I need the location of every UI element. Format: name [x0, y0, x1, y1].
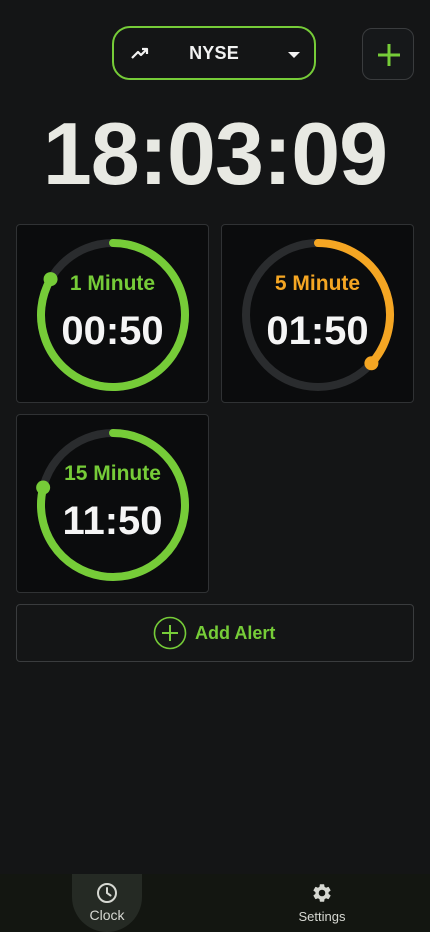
timer-card-1-minute[interactable]: 1 Minute 00:50: [16, 224, 209, 403]
nav-settings-label: Settings: [298, 909, 346, 924]
add-button[interactable]: [362, 28, 414, 80]
timer-name: 15 Minute: [64, 462, 161, 485]
chevron-down-icon: [288, 52, 300, 58]
timer-name: 1 Minute: [69, 272, 156, 295]
nav-settings[interactable]: Settings: [286, 874, 358, 932]
timer-card-15-minute[interactable]: 15 Minute 11:50: [16, 414, 209, 593]
add-alert-button[interactable]: Add Alert: [16, 604, 414, 662]
gear-icon: [313, 884, 331, 902]
timer-remaining: 01:50: [266, 309, 369, 353]
timer-name: 5 Minute: [274, 272, 361, 295]
top-bar: NYSE: [0, 26, 430, 82]
timer-card-5-minute[interactable]: 5 Minute 01:50: [221, 224, 414, 403]
timer-remaining: 11:50: [62, 499, 163, 543]
add-alert-label: Add Alert: [195, 623, 276, 643]
market-dropdown[interactable]: NYSE: [112, 26, 316, 80]
bottom-nav: Clock Settings: [0, 874, 430, 932]
timer-progress-knob: [364, 356, 379, 371]
timer-remaining: 00:50: [61, 309, 164, 353]
nav-clock-label: Clock: [89, 907, 125, 923]
plus-circle-icon: [153, 616, 187, 650]
market-label: NYSE: [189, 42, 239, 63]
clock-icon: [97, 883, 117, 903]
plus-icon: [378, 44, 400, 66]
clock-time: 18:03:09: [42, 104, 388, 203]
nav-clock[interactable]: Clock: [72, 874, 142, 932]
